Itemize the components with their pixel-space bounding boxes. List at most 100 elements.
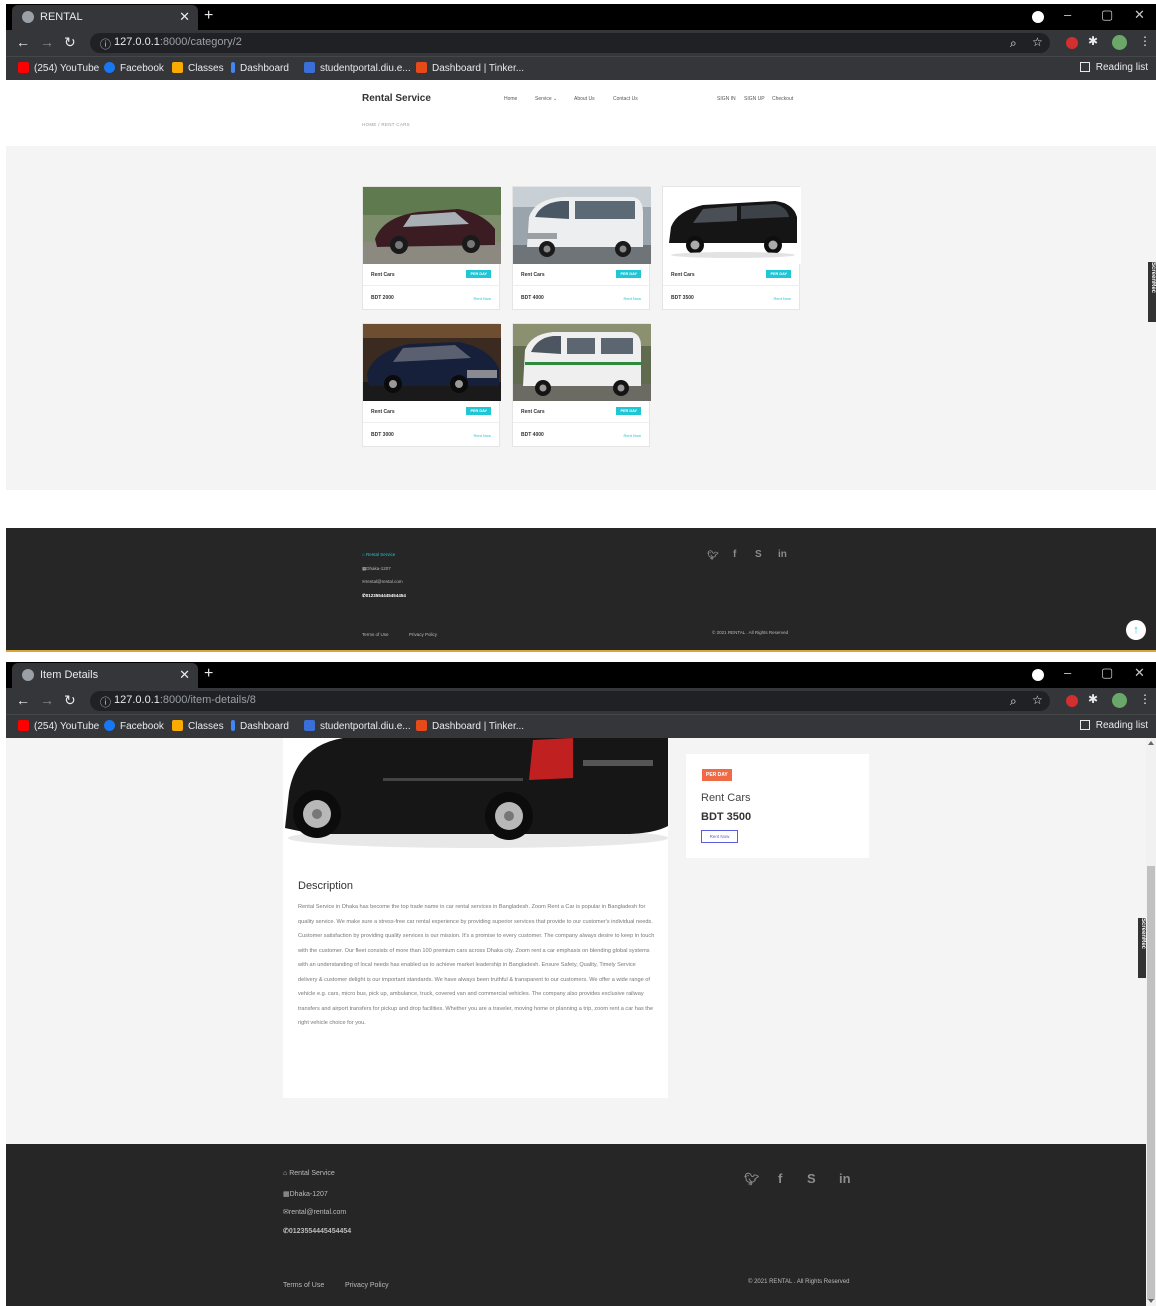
puzzle-icon[interactable]: ✱ — [1088, 692, 1098, 706]
menu-icon[interactable]: ⋮ — [1139, 692, 1151, 706]
skype-icon[interactable]: S — [807, 1171, 816, 1186]
rent-now-link[interactable]: Rent Now — [773, 296, 791, 301]
scrollbar-thumb[interactable] — [1147, 866, 1155, 1300]
car-image[interactable] — [663, 187, 801, 264]
privacy-link[interactable]: Privacy Policy — [345, 1282, 389, 1289]
car-image[interactable] — [513, 324, 651, 401]
avatar[interactable] — [1112, 35, 1127, 50]
rent-now-link[interactable]: Rent Now — [473, 296, 491, 301]
linkedin-icon[interactable]: in — [839, 1171, 851, 1186]
maximize-icon[interactable]: ▢ — [1101, 7, 1113, 23]
nav-checkout[interactable]: Checkout — [772, 96, 793, 102]
nav-sign-up[interactable]: SIGN UP — [744, 96, 765, 102]
address-bar[interactable]: ⓘ 127.0.0.1:8000/category/2 ⌕ ☆ — [90, 33, 1050, 53]
car-card[interactable]: Rent Cars PER DAY BDT 2000 Rent Now — [362, 186, 501, 310]
rent-now-link[interactable]: Rent Now — [623, 296, 641, 301]
scroll-up-icon[interactable] — [1148, 741, 1154, 745]
bookmark-classes[interactable]: Classes — [172, 720, 224, 732]
back-icon[interactable]: ← — [16, 34, 30, 50]
nav-about[interactable]: About Us — [574, 96, 595, 102]
terms-link[interactable]: Terms of Use — [362, 632, 389, 637]
new-tab-icon[interactable]: + — [204, 665, 213, 683]
footer-brand[interactable]: ⌂ Rental Service — [283, 1170, 335, 1177]
page-scrollbar[interactable] — [1146, 738, 1156, 1306]
zoom-icon[interactable]: ⌕ — [1010, 694, 1017, 709]
close-tab-icon[interactable]: ✕ — [179, 667, 190, 683]
footer-phone[interactable]: ✆0123554445454454 — [283, 1227, 351, 1235]
screenrec-tab[interactable]: ScreenRec — [1148, 262, 1156, 322]
bookmark-star-icon[interactable]: ☆ — [1032, 693, 1043, 707]
extension-icon[interactable] — [1066, 37, 1078, 49]
profile-indicator-icon[interactable] — [1032, 11, 1044, 23]
close-window-icon[interactable]: ✕ — [1134, 7, 1145, 23]
rent-now-link[interactable]: Rent Now — [473, 433, 491, 438]
car-card[interactable]: Rent Cars PER DAY BDT 4000 Rent Now — [512, 186, 651, 310]
footer-brand[interactable]: ⌂ Rental Service — [362, 552, 395, 557]
bookmark-star-icon[interactable]: ☆ — [1032, 35, 1043, 49]
footer-email[interactable]: ✉rental@rental.com — [283, 1208, 346, 1216]
facebook-icon[interactable]: f — [733, 549, 736, 560]
bookmark-dashboard[interactable]: Dashboard — [231, 62, 289, 74]
back-icon[interactable]: ← — [16, 692, 30, 708]
skype-icon[interactable]: S — [755, 549, 762, 560]
zoom-icon[interactable]: ⌕ — [1010, 36, 1017, 51]
info-icon[interactable]: ⓘ — [100, 694, 111, 710]
twitter-icon[interactable]: 🐦︎ — [707, 550, 718, 561]
menu-icon[interactable]: ⋮ — [1139, 34, 1151, 48]
car-image[interactable] — [363, 187, 501, 264]
browser-tab-item-details[interactable]: Item Details ✕ — [12, 663, 198, 688]
new-tab-icon[interactable]: + — [204, 7, 213, 25]
nav-contact[interactable]: Contact Us — [613, 96, 638, 102]
linkedin-icon[interactable]: in — [778, 549, 787, 560]
close-window-icon[interactable]: ✕ — [1134, 665, 1145, 681]
car-card[interactable]: Rent Cars PER DAY BDT 3500 Rent Now — [662, 186, 801, 310]
nav-service[interactable]: Service ⌄ — [535, 96, 557, 102]
car-name: Rent Cars — [371, 272, 395, 278]
bookmark-youtube[interactable]: (254) YouTube — [18, 62, 99, 74]
terms-link[interactable]: Terms of Use — [283, 1282, 324, 1289]
bookmark-facebook[interactable]: Facebook — [104, 62, 164, 74]
bookmark-tinker[interactable]: Dashboard | Tinker... — [416, 62, 524, 74]
reading-list[interactable]: Reading list — [1079, 720, 1148, 731]
forward-icon[interactable]: → — [40, 34, 54, 50]
address-bar[interactable]: ⓘ 127.0.0.1:8000/item-details/8 ⌕ ☆ — [90, 691, 1050, 711]
close-tab-icon[interactable]: ✕ — [179, 9, 190, 25]
car-card[interactable]: Rent Cars PER DAY BDT 4000 Rent Now — [512, 323, 651, 447]
bookmark-tinker[interactable]: Dashboard | Tinker... — [416, 720, 524, 732]
extension-icon[interactable] — [1066, 695, 1078, 707]
avatar[interactable] — [1112, 693, 1127, 708]
car-image[interactable] — [513, 187, 651, 264]
rent-now-link[interactable]: Rent Now — [623, 433, 641, 438]
bookmark-classes[interactable]: Classes — [172, 62, 224, 74]
bookmark-dashboard[interactable]: Dashboard — [231, 720, 289, 732]
car-card[interactable]: Rent Cars PER DAY BDT 3000 Rent Now — [362, 323, 501, 447]
bookmark-studentportal[interactable]: studentportal.diu.e... — [304, 720, 411, 732]
bookmark-youtube[interactable]: (254) YouTube — [18, 720, 99, 732]
scroll-top-button[interactable]: ↑ — [1126, 620, 1146, 640]
puzzle-icon[interactable]: ✱ — [1088, 34, 1098, 48]
nav-sign-in[interactable]: SIGN IN — [717, 96, 736, 102]
minimize-icon[interactable]: – — [1064, 665, 1071, 680]
reload-icon[interactable]: ↻ — [64, 34, 76, 51]
forward-icon[interactable]: → — [40, 692, 54, 708]
rent-now-button[interactable]: Rent Now — [701, 830, 738, 843]
site-brand[interactable]: Rental Service — [362, 93, 431, 104]
twitter-icon[interactable]: 🐦︎ — [744, 1172, 759, 1186]
browser-tab-rental[interactable]: RENTAL ✕ — [12, 5, 198, 30]
reading-list[interactable]: Reading list — [1079, 62, 1148, 73]
profile-indicator-icon[interactable] — [1032, 669, 1044, 681]
nav-home[interactable]: Home — [504, 96, 517, 102]
bookmark-facebook[interactable]: Facebook — [104, 720, 164, 732]
scroll-down-icon[interactable] — [1148, 1299, 1154, 1303]
facebook-icon[interactable]: f — [778, 1171, 782, 1186]
footer-email[interactable]: ✉rental@rental.com — [362, 579, 403, 585]
minimize-icon[interactable]: – — [1064, 7, 1071, 22]
info-icon[interactable]: ⓘ — [100, 36, 111, 52]
maximize-icon[interactable]: ▢ — [1101, 665, 1113, 681]
footer-phone[interactable]: ✆0123554445454454 — [362, 593, 406, 599]
car-image[interactable] — [363, 324, 501, 401]
screenrec-tab[interactable]: ScreenRec — [1138, 918, 1146, 978]
privacy-link[interactable]: Privacy Policy — [409, 632, 437, 637]
reload-icon[interactable]: ↻ — [64, 692, 76, 709]
bookmark-studentportal[interactable]: studentportal.diu.e... — [304, 62, 411, 74]
